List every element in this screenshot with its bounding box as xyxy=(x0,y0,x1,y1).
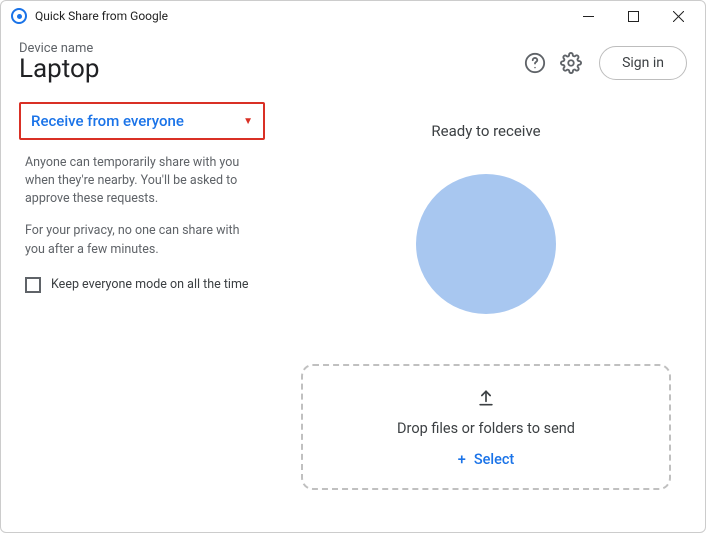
status-text: Ready to receive xyxy=(431,122,540,140)
app-icon xyxy=(11,8,27,24)
select-button[interactable]: + Select xyxy=(458,451,514,468)
dropzone-text: Drop files or folders to send xyxy=(397,420,575,437)
description-2: For your privacy, no one can share with … xyxy=(25,222,259,258)
close-button[interactable] xyxy=(656,1,701,31)
help-icon[interactable] xyxy=(523,51,547,75)
maximize-button[interactable] xyxy=(611,1,656,31)
signin-button[interactable]: Sign in xyxy=(599,46,687,80)
window-title: Quick Share from Google xyxy=(35,9,168,23)
description-1: Anyone can temporarily share with you wh… xyxy=(25,154,259,208)
radar-circle xyxy=(416,174,556,314)
sidebar: Receive from everyone ▼ Anyone can tempo… xyxy=(13,98,269,518)
receive-mode-dropdown[interactable]: Receive from everyone ▼ xyxy=(19,102,265,140)
titlebar: Quick Share from Google xyxy=(1,1,705,31)
device-name: Laptop xyxy=(19,54,517,84)
plus-icon: + xyxy=(458,451,466,468)
device-block: Device name Laptop xyxy=(19,41,517,84)
settings-icon[interactable] xyxy=(559,51,583,75)
content: Receive from everyone ▼ Anyone can tempo… xyxy=(1,98,705,532)
main-panel: Ready to receive Drop files or folders t… xyxy=(277,98,695,518)
select-label: Select xyxy=(474,451,514,468)
dropdown-label: Receive from everyone xyxy=(31,112,184,130)
dropzone[interactable]: Drop files or folders to send + Select xyxy=(301,364,671,490)
checkbox-label: Keep everyone mode on all the time xyxy=(51,277,249,292)
checkbox-box xyxy=(25,277,41,293)
minimize-button[interactable] xyxy=(566,1,611,31)
header: Device name Laptop Sign in xyxy=(1,31,705,98)
keep-everyone-checkbox[interactable]: Keep everyone mode on all the time xyxy=(25,277,259,293)
chevron-down-icon: ▼ xyxy=(243,116,253,127)
upload-icon xyxy=(476,388,496,412)
